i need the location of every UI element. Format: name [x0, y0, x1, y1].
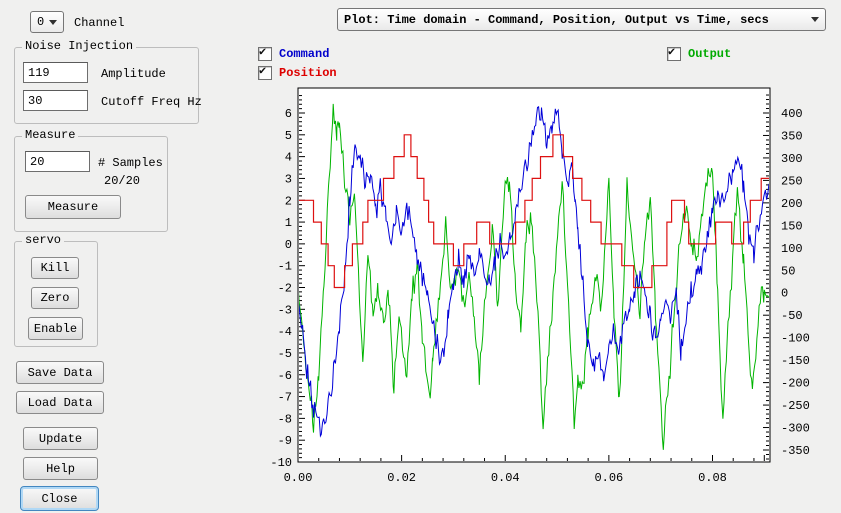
svg-text:100: 100	[781, 242, 803, 256]
svg-text:0.02: 0.02	[387, 471, 416, 485]
svg-text:0.04: 0.04	[491, 471, 520, 485]
svg-text:0: 0	[285, 238, 292, 252]
svg-text:-3: -3	[278, 303, 292, 317]
svg-text:1: 1	[285, 216, 292, 230]
svg-text:0.06: 0.06	[594, 471, 623, 485]
svg-text:200: 200	[781, 197, 803, 211]
svg-text:-6: -6	[278, 369, 292, 383]
svg-text:0.08: 0.08	[698, 471, 727, 485]
svg-text:-200: -200	[781, 377, 810, 391]
app-window: { "channel": {"value": "0", "label": "Ch…	[0, 0, 841, 513]
svg-text:0.00: 0.00	[284, 471, 313, 485]
svg-text:350: 350	[781, 129, 803, 143]
svg-text:-8: -8	[278, 412, 292, 426]
svg-text:-10: -10	[270, 456, 292, 470]
svg-text:-2: -2	[278, 282, 292, 296]
svg-text:-1: -1	[278, 260, 292, 274]
svg-text:-300: -300	[781, 422, 810, 436]
svg-text:6: 6	[285, 107, 292, 121]
svg-text:4: 4	[285, 151, 292, 165]
svg-text:-250: -250	[781, 399, 810, 413]
svg-text:-4: -4	[278, 325, 292, 339]
svg-text:0: 0	[781, 287, 788, 301]
svg-text:-9: -9	[278, 434, 292, 448]
svg-text:2: 2	[285, 194, 292, 208]
svg-text:3: 3	[285, 172, 292, 186]
plot-svg: 0.000.020.040.060.08-10-9-8-7-6-5-4-3-2-…	[0, 0, 841, 513]
svg-text:400: 400	[781, 107, 803, 121]
svg-text:-100: -100	[781, 332, 810, 346]
svg-text:5: 5	[285, 129, 292, 143]
svg-text:-50: -50	[781, 309, 803, 323]
svg-text:-150: -150	[781, 354, 810, 368]
svg-text:50: 50	[781, 264, 795, 278]
svg-text:-7: -7	[278, 391, 292, 405]
svg-text:300: 300	[781, 152, 803, 166]
svg-text:-5: -5	[278, 347, 292, 361]
svg-text:-350: -350	[781, 444, 810, 458]
svg-text:150: 150	[781, 219, 803, 233]
svg-text:250: 250	[781, 174, 803, 188]
